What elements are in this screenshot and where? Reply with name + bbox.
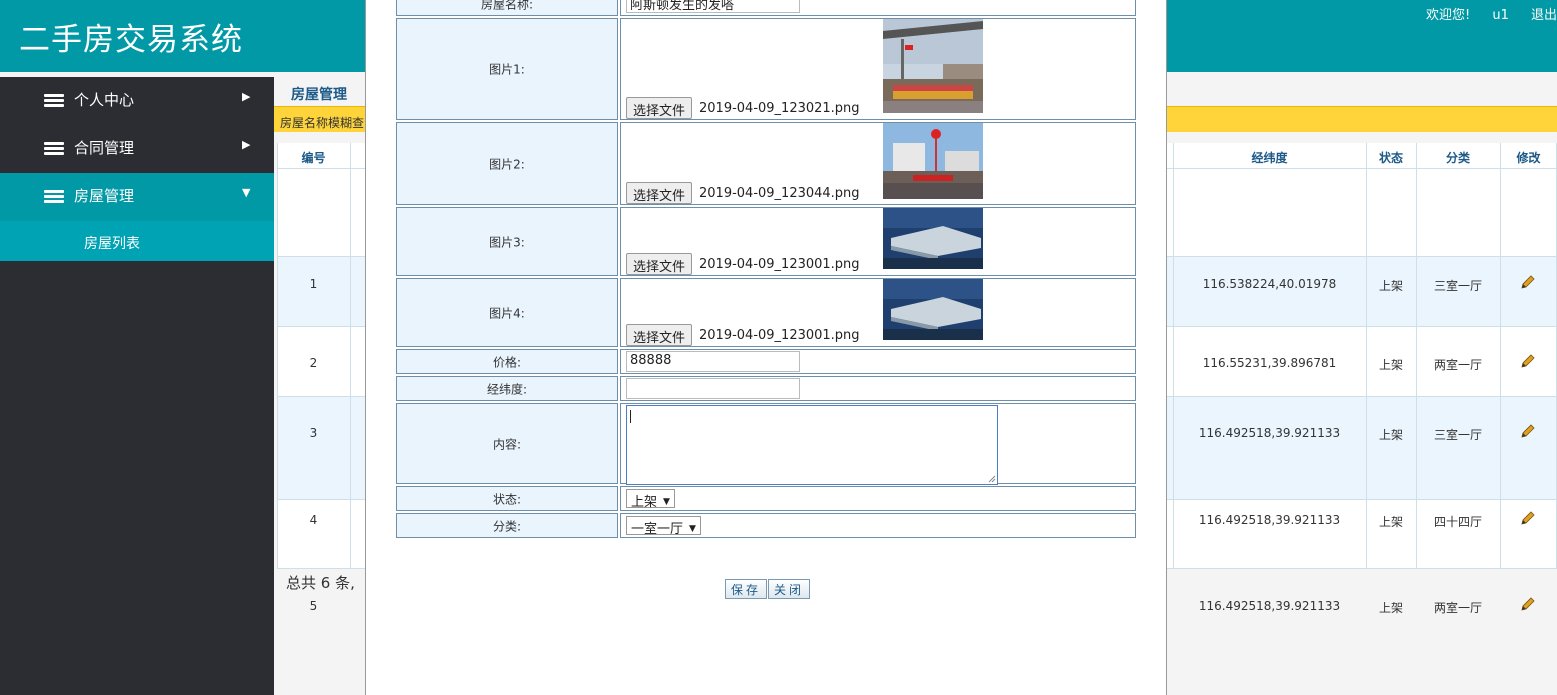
cell-category: 三室一厅: [1433, 428, 1482, 442]
sidebar-item-label: 个人中心: [74, 91, 135, 109]
sidebar-item-label: 合同管理: [74, 139, 135, 157]
choose-file-button[interactable]: 选择文件: [626, 324, 693, 346]
sidebar-subitem-house-list[interactable]: 房屋列表: [0, 221, 274, 261]
choose-file-button[interactable]: 选择文件: [626, 97, 693, 119]
choose-file-button[interactable]: 选择文件: [626, 182, 693, 204]
cell-coords: 116.538224,40.01978: [1202, 277, 1337, 291]
form-row-image2: 图片2: 选择文件 2019-04-09_123044.png: [396, 122, 1136, 205]
column-header-id: 编号: [301, 151, 326, 165]
cell-id: 2: [309, 356, 318, 370]
search-label: 房屋名称模糊查: [280, 116, 365, 130]
sidebar-subitem-label: 房屋列表: [84, 236, 140, 252]
dropdown-caret-icon: ▼: [663, 497, 670, 507]
coords-label: 经纬度:: [486, 382, 528, 396]
resize-grip-icon[interactable]: [988, 475, 996, 483]
breadcrumb: 房屋管理: [291, 87, 347, 103]
form-row-price: 价格: 88888: [396, 349, 1136, 374]
cell-status: 上架: [1378, 515, 1403, 529]
text-cursor: [630, 410, 631, 423]
image4-thumbnail: [883, 279, 983, 340]
sidebar-item-house-management[interactable]: 房屋管理 ▼: [0, 173, 274, 221]
image1-filename: 2019-04-09_123021.png: [699, 101, 860, 116]
sidebar-item-personal-center[interactable]: 个人中心 ▶: [0, 77, 274, 125]
cell-status: 上架: [1378, 279, 1403, 293]
content-textarea[interactable]: [626, 405, 998, 485]
chevron-down-icon: ▼: [242, 186, 251, 199]
cell-category: 四十四厅: [1433, 515, 1482, 529]
cell-category: 三室一厅: [1433, 279, 1482, 293]
total-count: 总共 6 条,: [286, 574, 355, 592]
image3-filename: 2019-04-09_123001.png: [699, 257, 860, 272]
edit-house-dialog: 房屋名称: 阿斯顿发生的发嗒 图片1: 选择文件 2019-04-09_1230…: [365, 0, 1167, 695]
cell-status: 上架: [1378, 358, 1403, 372]
name-input[interactable]: 阿斯顿发生的发嗒: [626, 0, 800, 13]
edit-pencil-icon[interactable]: [1520, 274, 1536, 290]
form-row-image3: 图片3: 选择文件 2019-04-09_123001.png: [396, 207, 1136, 276]
form-row-coords: 经纬度:: [396, 376, 1136, 401]
edit-pencil-icon[interactable]: [1520, 510, 1536, 526]
edit-pencil-icon[interactable]: [1520, 353, 1536, 369]
form-row-category: 分类: 一室一厅 ▼: [396, 513, 1136, 538]
logout-link[interactable]: 退出: [1531, 8, 1557, 23]
username[interactable]: u1: [1492, 8, 1509, 23]
image2-filename: 2019-04-09_123044.png: [699, 186, 860, 201]
stack-icon: [44, 190, 64, 204]
edit-pencil-icon[interactable]: [1520, 423, 1536, 439]
name-label: 房屋名称:: [480, 0, 534, 11]
status-label: 状态:: [492, 492, 522, 506]
cell-status: 上架: [1378, 428, 1403, 442]
dropdown-caret-icon: ▼: [689, 524, 696, 534]
close-button[interactable]: 关闭: [768, 579, 811, 599]
app-title: 二手房交易系统: [19, 22, 243, 58]
content-label: 内容:: [492, 437, 522, 451]
form-row-image4: 图片4: 选择文件 2019-04-09_123001.png: [396, 278, 1136, 347]
price-input[interactable]: 88888: [626, 351, 800, 372]
form-row-status: 状态: 上架 ▼: [396, 486, 1136, 511]
column-header-coords: 经纬度: [1251, 151, 1288, 165]
category-label: 分类:: [492, 519, 522, 533]
stack-icon: [44, 94, 64, 108]
coords-input[interactable]: [626, 378, 800, 399]
cell-status: 上架: [1378, 601, 1403, 615]
image1-label: 图片1:: [489, 62, 525, 77]
sidebar-item-contract-management[interactable]: 合同管理 ▶: [0, 125, 274, 173]
save-button[interactable]: 保存: [725, 579, 768, 599]
column-header-status: 状态: [1378, 151, 1403, 165]
cell-id: 5: [309, 599, 318, 613]
cell-coords: 116.492518,39.921133: [1198, 599, 1341, 613]
price-label: 价格:: [492, 355, 522, 369]
cell-coords: 116.492518,39.921133: [1198, 513, 1341, 527]
form-row-image1: 图片1: 选择文件 2019-04-09_123021.png: [396, 18, 1136, 120]
chevron-right-icon: ▶: [242, 138, 251, 151]
cell-id: 3: [309, 426, 318, 440]
column-header-edit: 修改: [1516, 151, 1541, 165]
image2-thumbnail: [883, 123, 983, 199]
stack-icon: [44, 142, 64, 156]
category-select[interactable]: 一室一厅 ▼: [626, 516, 701, 537]
welcome-text: 欢迎您!: [1425, 8, 1471, 23]
choose-file-button[interactable]: 选择文件: [626, 253, 693, 275]
sidebar-item-label: 房屋管理: [74, 187, 135, 205]
cell-coords: 116.55231,39.896781: [1202, 356, 1337, 370]
form-row-content: 内容:: [396, 403, 1136, 485]
chevron-right-icon: ▶: [242, 90, 251, 103]
column-header-category: 分类: [1445, 151, 1470, 165]
image3-label: 图片3:: [489, 235, 525, 249]
cell-id: 4: [309, 513, 318, 527]
cell-category: 两室一厅: [1433, 358, 1482, 372]
edit-pencil-icon[interactable]: [1520, 596, 1536, 612]
cell-category: 两室一厅: [1433, 601, 1482, 615]
image3-thumbnail: [883, 208, 983, 269]
form-row-name: 房屋名称: 阿斯顿发生的发嗒: [396, 0, 1136, 16]
image2-label: 图片2:: [489, 157, 525, 171]
image4-label: 图片4:: [489, 306, 525, 320]
cell-id: 1: [309, 277, 318, 291]
cell-coords: 116.492518,39.921133: [1198, 426, 1341, 440]
image1-thumbnail: [883, 19, 983, 113]
sidebar: 个人中心 ▶ 合同管理 ▶ 房屋管理 ▼ 房屋列表: [0, 77, 274, 695]
image4-filename: 2019-04-09_123001.png: [699, 328, 860, 343]
status-select[interactable]: 上架 ▼: [626, 489, 675, 510]
user-bar: 欢迎您! u1 退出: [1408, 4, 1557, 23]
